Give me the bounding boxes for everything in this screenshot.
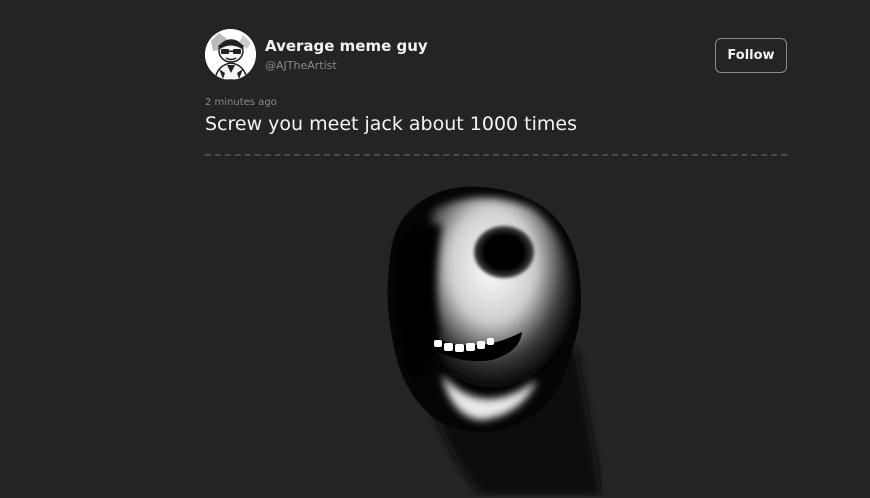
post-timestamp: 2 minutes ago xyxy=(205,97,277,108)
post-header: Average meme guy @AJTheArtist Follow xyxy=(205,29,787,81)
divider xyxy=(205,154,787,156)
post-text: Screw you meet jack about 1000 times xyxy=(205,113,577,135)
avatar[interactable] xyxy=(205,29,256,80)
follow-button[interactable]: Follow xyxy=(715,38,787,73)
creepy-smiling-face-image xyxy=(387,186,602,496)
post-media[interactable] xyxy=(372,180,602,496)
cartoon-avatar-icon xyxy=(205,29,256,80)
author-name[interactable]: Average meme guy xyxy=(265,37,428,55)
post-card: Average meme guy @AJTheArtist Follow 2 m… xyxy=(205,29,787,156)
author-handle[interactable]: @AJTheArtist xyxy=(265,59,337,72)
page: Average meme guy @AJTheArtist Follow 2 m… xyxy=(0,0,870,498)
